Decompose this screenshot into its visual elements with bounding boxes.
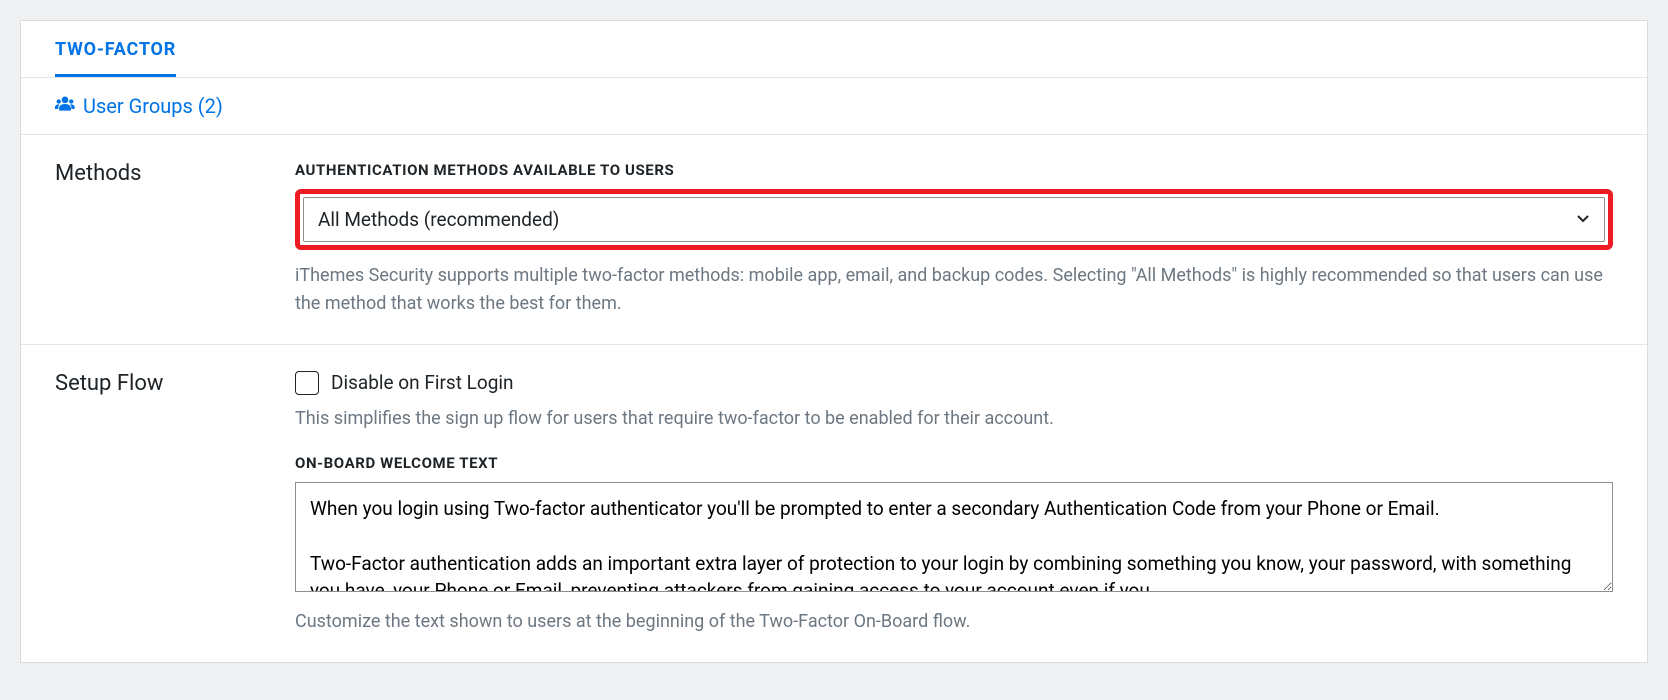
auth-methods-help: iThemes Security supports multiple two-f… (295, 262, 1613, 318)
section-methods: Methods AUTHENTICATION METHODS AVAILABLE… (21, 135, 1647, 345)
section-setup-flow: Setup Flow Disable on First Login This s… (21, 345, 1647, 662)
onboard-text-help: Customize the text shown to users at the… (295, 608, 1613, 636)
disable-first-login-checkbox[interactable] (295, 371, 319, 395)
auth-methods-select[interactable]: All Methods (recommended) (303, 197, 1605, 242)
tab-two-factor[interactable]: TWO-FACTOR (55, 39, 176, 77)
chevron-down-icon (1576, 212, 1590, 228)
auth-methods-label: AUTHENTICATION METHODS AVAILABLE TO USER… (295, 161, 1613, 179)
auth-methods-select-value: All Methods (recommended) (318, 208, 559, 231)
section-title-setup-flow: Setup Flow (55, 371, 255, 396)
user-groups-bar: User Groups (2) (21, 78, 1647, 135)
disable-first-login-row: Disable on First Login (295, 371, 1613, 395)
disable-first-login-label: Disable on First Login (331, 371, 514, 394)
user-groups-link[interactable]: User Groups (2) (83, 94, 223, 118)
onboard-text-label: ON-BOARD WELCOME TEXT (295, 454, 1613, 472)
users-icon (55, 95, 75, 117)
settings-panel: TWO-FACTOR User Groups (2) Methods AUTHE… (20, 20, 1648, 663)
disable-first-login-help: This simplifies the sign up flow for use… (295, 405, 1613, 432)
section-title-methods: Methods (55, 161, 255, 186)
onboard-text-textarea[interactable] (295, 482, 1613, 592)
auth-methods-highlight: All Methods (recommended) (295, 189, 1613, 250)
tab-bar: TWO-FACTOR (21, 21, 1647, 78)
